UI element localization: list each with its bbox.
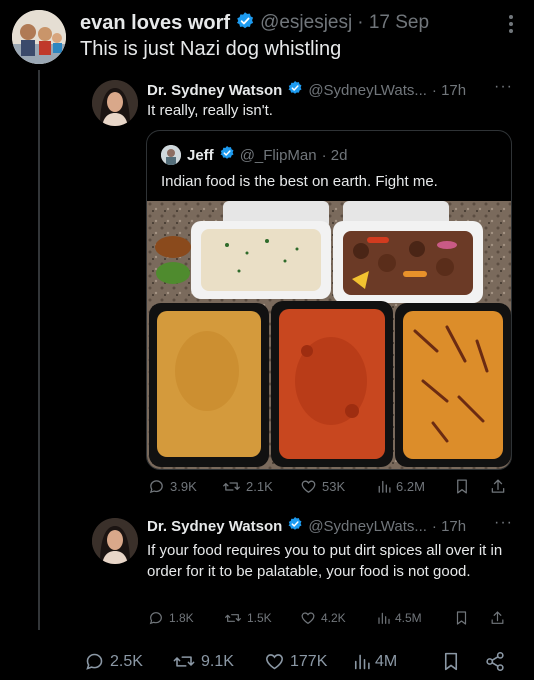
tweet-date[interactable]: · 17 Sep	[357, 12, 429, 34]
reply-icon	[149, 480, 163, 494]
author-name[interactable]: Dr. Sydney Watson	[147, 82, 282, 99]
retweet-button[interactable]: 1.5K	[224, 610, 272, 626]
reply-button[interactable]: 3.9K	[148, 478, 197, 495]
tweet-time[interactable]: · 17h	[432, 518, 466, 535]
reply-button[interactable]: 1.8K	[148, 610, 194, 626]
views-count: 6.2M	[396, 479, 425, 494]
tweet-time[interactable]: · 17h	[432, 82, 466, 99]
retweet-button[interactable]: 9.1K	[172, 651, 234, 672]
food-photo[interactable]	[147, 201, 511, 469]
views-icon	[378, 480, 391, 493]
retweet-icon	[223, 482, 240, 491]
verified-badge-icon	[219, 145, 235, 165]
like-count: 53K	[322, 479, 346, 494]
more-icon[interactable]	[508, 14, 514, 39]
reply-count: 2.5K	[110, 652, 143, 670]
author-handle[interactable]: @SydneyLWats...	[308, 82, 427, 99]
reply-text: If your food requires you to put dirt sp…	[147, 542, 503, 580]
verified-badge-icon	[287, 516, 303, 536]
like-button[interactable]: 4.2K	[300, 610, 346, 626]
reply-count: 1.8K	[169, 611, 194, 625]
avatar[interactable]	[92, 518, 138, 564]
avatar[interactable]	[92, 80, 138, 126]
bookmark-icon	[444, 652, 458, 671]
share-button[interactable]	[490, 610, 505, 626]
views-button[interactable]: 4.5M	[376, 610, 422, 626]
share-button[interactable]	[484, 651, 506, 672]
author-name[interactable]: evan loves worf	[80, 12, 230, 35]
more-icon[interactable]: ···	[494, 514, 513, 532]
avatar[interactable]	[12, 10, 66, 64]
like-count: 177K	[290, 652, 328, 670]
author-name[interactable]: Dr. Sydney Watson	[147, 518, 282, 535]
tweet-text: This is just Nazi dog whistling	[80, 38, 342, 60]
share-icon	[491, 611, 504, 624]
bookmark-button[interactable]	[455, 478, 469, 495]
quoted-tweet[interactable]: Jeff @_FlipMan · 2d Indian food is the b…	[146, 130, 512, 470]
reply-text: It really, really isn't.	[147, 102, 273, 119]
reply-icon	[86, 653, 103, 670]
more-icon[interactable]: ···	[494, 78, 513, 96]
retweet-count: 9.1K	[201, 652, 234, 670]
author-handle[interactable]: @esjesjesj	[260, 12, 352, 34]
retweet-icon	[225, 614, 241, 622]
retweet-count: 1.5K	[247, 611, 272, 625]
quoted-tweet-time[interactable]: · 2d	[322, 147, 348, 164]
like-count: 4.2K	[321, 611, 346, 625]
like-button[interactable]: 53K	[300, 478, 345, 495]
like-button[interactable]: 177K	[264, 651, 327, 672]
author-handle[interactable]: @SydneyLWats...	[308, 518, 427, 535]
share-button[interactable]	[490, 478, 506, 495]
like-icon	[266, 654, 283, 670]
views-button[interactable]: 4M	[352, 651, 397, 672]
like-icon	[301, 480, 316, 493]
retweet-icon	[173, 656, 195, 667]
views-count: 4M	[375, 652, 398, 670]
views-button[interactable]: 6.2M	[376, 478, 425, 495]
quoted-author-handle[interactable]: @_FlipMan	[240, 147, 317, 164]
share-icon	[491, 479, 505, 493]
views-icon	[378, 612, 390, 624]
avatar[interactable]	[161, 145, 181, 165]
bookmark-button[interactable]	[455, 610, 468, 626]
retweet-count: 2.1K	[246, 479, 273, 494]
views-count: 4.5M	[395, 611, 422, 625]
like-icon	[301, 612, 315, 625]
bookmark-icon	[457, 479, 467, 494]
verified-badge-icon	[287, 80, 303, 100]
verified-badge-icon	[235, 11, 255, 36]
reply-count: 3.9K	[170, 479, 197, 494]
reply-button[interactable]: 2.5K	[84, 651, 143, 672]
reply-icon	[149, 612, 162, 625]
thread-line	[38, 70, 40, 630]
quoted-author-name[interactable]: Jeff	[187, 147, 214, 164]
share-icon	[486, 651, 504, 672]
quoted-tweet-text: Indian food is the best on earth. Fight …	[161, 173, 438, 190]
bookmark-icon	[456, 611, 467, 625]
bookmark-button[interactable]	[443, 651, 459, 672]
retweet-button[interactable]: 2.1K	[222, 478, 273, 495]
views-icon	[354, 654, 370, 670]
